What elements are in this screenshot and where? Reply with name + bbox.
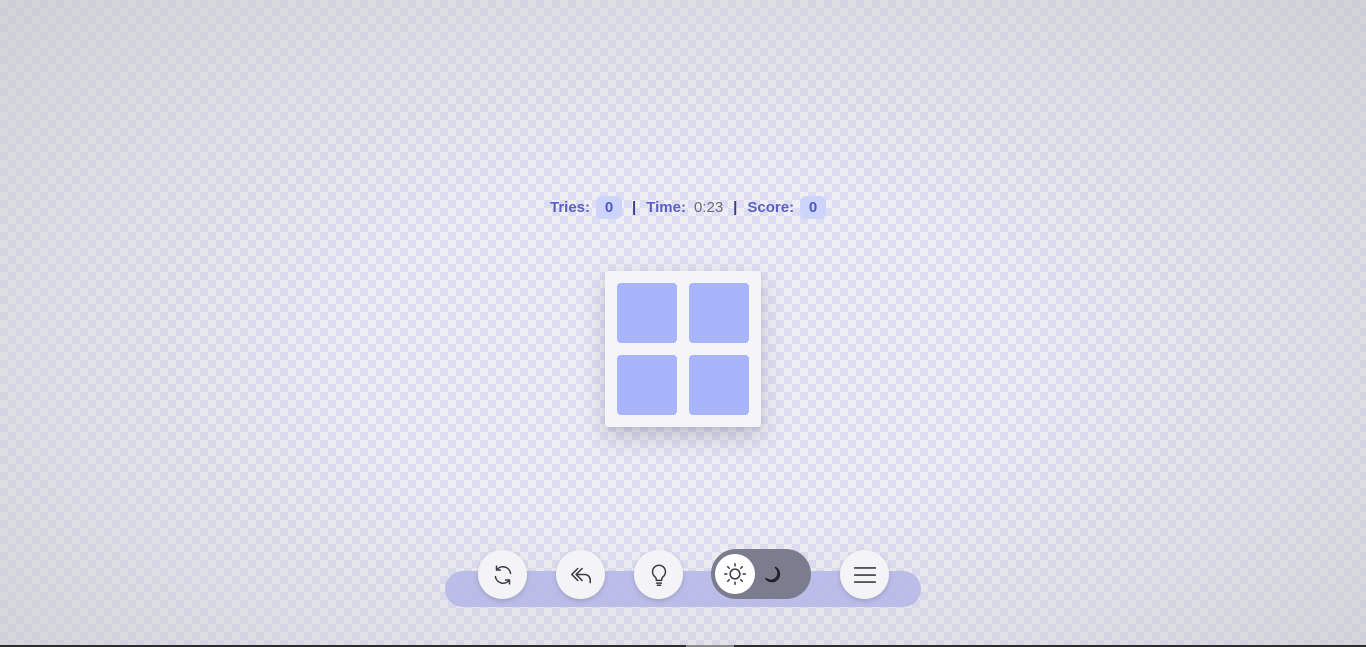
undo-arrow-icon [570, 567, 591, 583]
card-tile[interactable] [617, 355, 677, 415]
tries-value-badge: 0 [596, 196, 623, 219]
stats-bar: Tries: 0 | Time: 0:23 | Score: 0 [550, 195, 827, 220]
time-label: Time: [646, 199, 686, 216]
hamburger-menu-icon [853, 566, 876, 583]
menu-button[interactable] [840, 550, 889, 599]
undo-button[interactable] [556, 550, 605, 599]
separator: | [733, 199, 738, 216]
score-value-badge: 0 [800, 196, 827, 219]
score-label: Score: [747, 199, 795, 216]
hint-button[interactable] [634, 550, 683, 599]
card-tile[interactable] [617, 283, 677, 343]
sun-icon [723, 562, 747, 586]
game-board [605, 271, 761, 427]
separator: | [632, 199, 637, 216]
card-tile[interactable] [689, 355, 749, 415]
card-tile[interactable] [689, 283, 749, 343]
time-value: 0:23 [693, 199, 724, 216]
lightbulb-icon [651, 563, 666, 586]
theme-toggle-knob [715, 554, 755, 594]
moon-icon [765, 566, 781, 583]
restart-button[interactable] [478, 550, 527, 599]
refresh-icon [494, 564, 511, 585]
tries-label: Tries: [550, 199, 591, 216]
